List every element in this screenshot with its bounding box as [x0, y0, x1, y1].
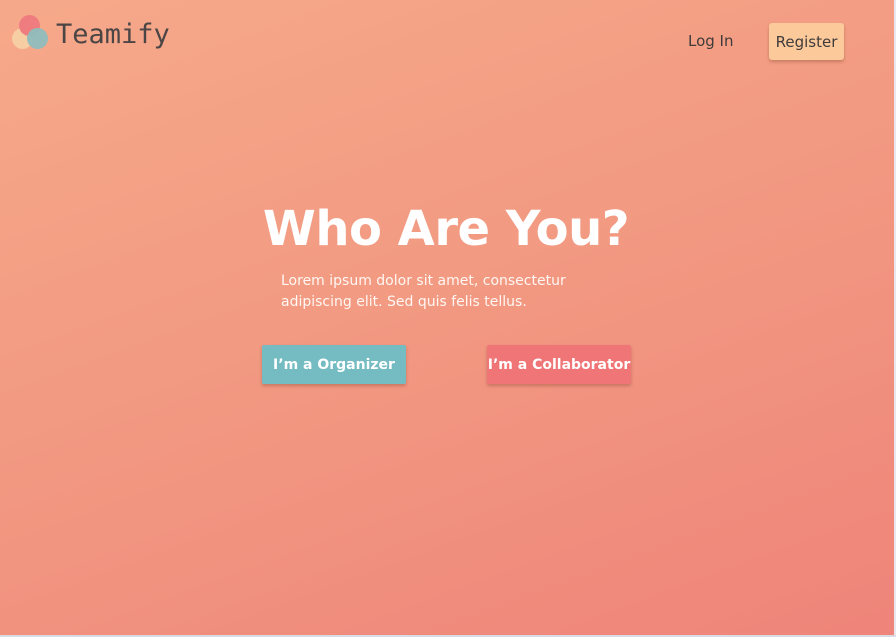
logo-circles-icon — [12, 15, 52, 51]
login-link[interactable]: Log In — [688, 32, 734, 50]
brand-logo[interactable]: Teamify — [12, 15, 170, 51]
organizer-button[interactable]: I’m a Organizer — [262, 345, 406, 384]
logo-circle-teal — [27, 28, 48, 49]
register-button[interactable]: Register — [769, 23, 844, 60]
brand-name: Teamify — [56, 19, 170, 50]
hero-description: Lorem ipsum dolor sit amet, consectetur … — [281, 273, 566, 310]
collaborator-button[interactable]: I’m a Collaborator — [487, 345, 631, 384]
page-title: Who Are You? — [262, 201, 630, 257]
